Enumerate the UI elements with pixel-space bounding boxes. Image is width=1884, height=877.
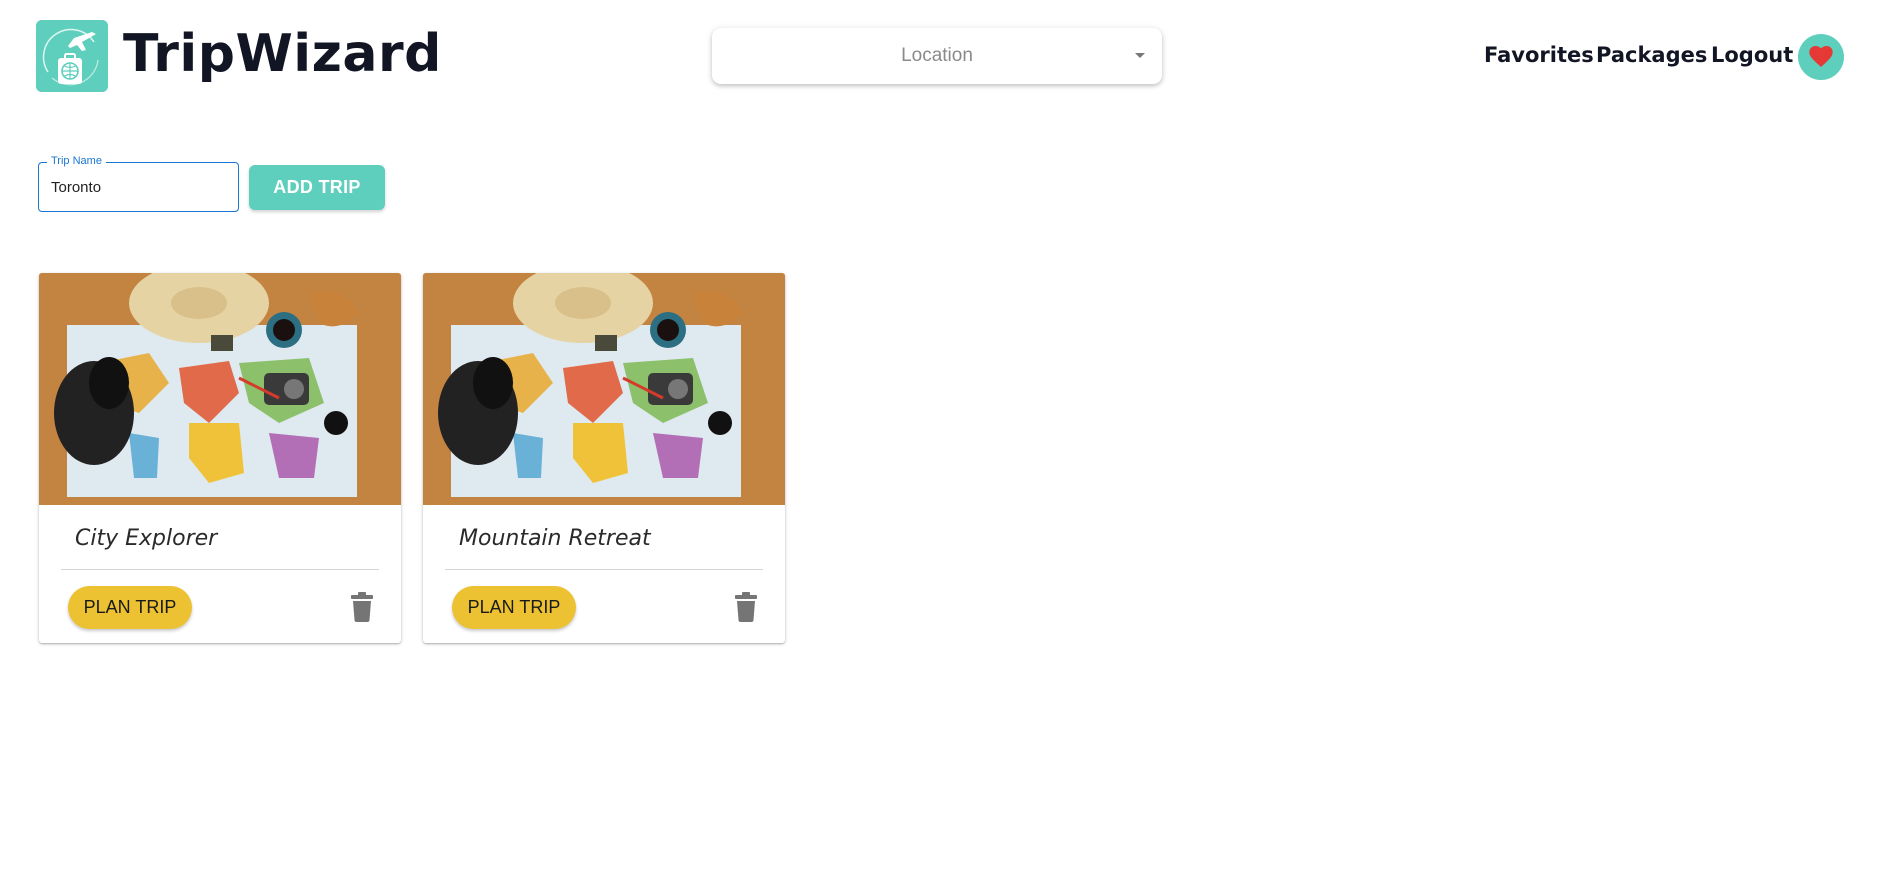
trip-name-label: Trip Name (47, 154, 106, 168)
trip-title: Mountain Retreat (459, 526, 651, 551)
trash-icon[interactable] (350, 592, 374, 622)
card-divider (445, 569, 763, 570)
trip-card: City Explorer PLAN TRIP (39, 273, 401, 643)
heart-icon (1809, 46, 1833, 67)
plan-trip-button[interactable]: PLAN TRIP (452, 586, 576, 629)
trip-title: City Explorer (75, 526, 218, 551)
location-placeholder: Location (901, 45, 973, 66)
add-trip-button[interactable]: ADD TRIP (249, 165, 385, 210)
nav-packages-link[interactable]: Packages (1596, 38, 1707, 72)
trip-name-field[interactable]: Trip Name (38, 154, 239, 212)
location-select[interactable]: Location (712, 28, 1162, 84)
nav-favorites-link[interactable]: Favorites (1484, 38, 1594, 72)
nav-logout-link[interactable]: Logout (1711, 38, 1793, 72)
plan-trip-button[interactable]: PLAN TRIP (68, 586, 192, 629)
trip-card-image (423, 273, 785, 505)
trash-icon[interactable] (734, 592, 758, 622)
trip-card-image (39, 273, 401, 505)
trip-name-input[interactable] (51, 175, 231, 199)
top-header: TripWizard Location Favorites Packages L… (0, 0, 1884, 112)
favorites-heart-button[interactable] (1798, 34, 1844, 80)
card-divider (61, 569, 379, 570)
trip-card: Mountain Retreat PLAN TRIP (423, 273, 785, 643)
brand-name[interactable]: TripWizard (123, 22, 442, 86)
chevron-down-icon (1135, 53, 1145, 58)
logo-icon[interactable] (36, 20, 108, 92)
